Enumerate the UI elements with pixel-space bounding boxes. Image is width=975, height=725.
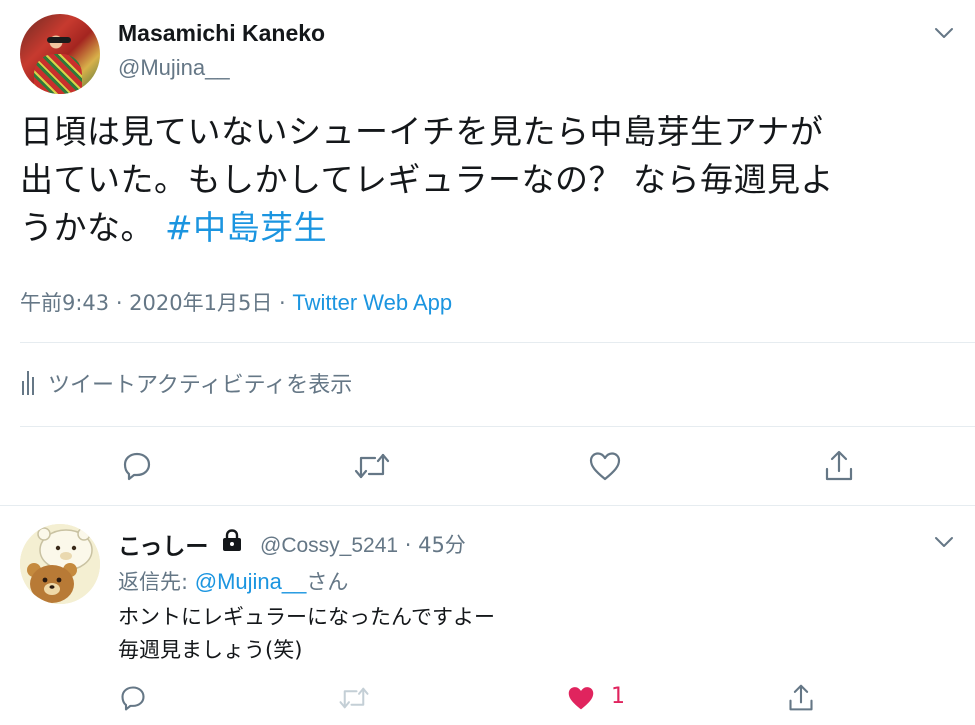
share-icon <box>789 684 813 711</box>
like-button[interactable] <box>585 446 625 486</box>
tweet-text: 日頃は見ていないシューイチを見たら中島芽生アナが 出ていた。もしかしてレギュラー… <box>20 108 960 252</box>
share-button[interactable] <box>819 446 859 486</box>
reply-text-line: ホントにレギュラーになったんですよー <box>118 605 495 629</box>
chevron-down-icon[interactable] <box>933 22 955 44</box>
reply-time[interactable]: · 45分 <box>398 533 466 557</box>
reply-icon <box>123 452 151 481</box>
reply-author-handle[interactable]: @Cossy_5241 <box>260 534 398 557</box>
avatar-shirt <box>34 54 82 94</box>
tweet-meta: 午前9:43 · 2020年1月5日 · Twitter Web App <box>20 287 452 317</box>
author-handle[interactable]: @Mujina__ <box>118 55 230 81</box>
reply-text-line: 毎週見ましょう(笑) <box>118 638 303 662</box>
chevron-down-icon[interactable] <box>933 531 955 553</box>
reply-avatar[interactable] <box>20 524 100 604</box>
bear-avatar-image <box>20 524 100 604</box>
reply-icon <box>121 686 145 711</box>
hashtag-link[interactable]: #中島芽生 <box>165 208 327 247</box>
tweet-text-line: 出ていた。もしかしてレギュラーなの？ なら毎週見よ <box>20 160 834 199</box>
retweet-icon <box>339 687 369 709</box>
main-tweet: Masamichi Kaneko @Mujina__ 日頃は見ていないシューイチ… <box>0 0 975 505</box>
tweet-timestamp[interactable]: 午前9:43 · 2020年1月5日 · <box>20 291 292 315</box>
replying-to: 返信先: @Mujina__さん <box>118 566 348 596</box>
avatar-glasses <box>47 37 71 43</box>
heart-icon <box>589 452 621 481</box>
author-display-name[interactable]: Masamichi Kaneko <box>118 20 325 47</box>
share-icon <box>825 450 853 481</box>
replying-to-suffix: さん <box>306 570 349 594</box>
retweet-button[interactable] <box>352 446 392 486</box>
retweet-button-disabled <box>334 678 374 718</box>
replying-to-mention[interactable]: @Mujina__ <box>195 569 307 594</box>
reply-button[interactable] <box>113 678 153 718</box>
tweet-source-link[interactable]: Twitter Web App <box>292 290 452 315</box>
reply-author-display-name[interactable]: こっしー <box>118 527 208 561</box>
like-count: 1 <box>611 684 625 709</box>
heart-filled-icon <box>568 687 594 710</box>
reply-button[interactable] <box>117 446 157 486</box>
tweet-activity-link[interactable]: ツイートアクティビティを表示 <box>22 367 352 399</box>
share-button[interactable] <box>781 678 821 718</box>
like-button[interactable] <box>561 678 601 718</box>
reply-text: ホントにレギュラーになったんですよー 毎週見ましょう(笑) <box>118 601 495 667</box>
tweet-separator <box>0 505 975 506</box>
lock-icon <box>223 529 241 551</box>
tweet-text-fragment: うかな。 <box>20 208 165 247</box>
retweet-icon <box>354 453 390 479</box>
divider <box>20 426 975 427</box>
reply-meta: @Cossy_5241 · 45分 <box>260 529 466 559</box>
divider <box>20 342 975 343</box>
avatar[interactable] <box>20 14 100 94</box>
replying-to-prefix: 返信先: <box>118 570 195 594</box>
tweet-text-line: うかな。 #中島芽生 <box>20 204 960 252</box>
tweet-text-line: 日頃は見ていないシューイチを見たら中島芽生アナが <box>20 112 824 151</box>
analytics-icon <box>22 371 34 395</box>
tweet-activity-label: ツイートアクティビティを表示 <box>48 373 353 398</box>
